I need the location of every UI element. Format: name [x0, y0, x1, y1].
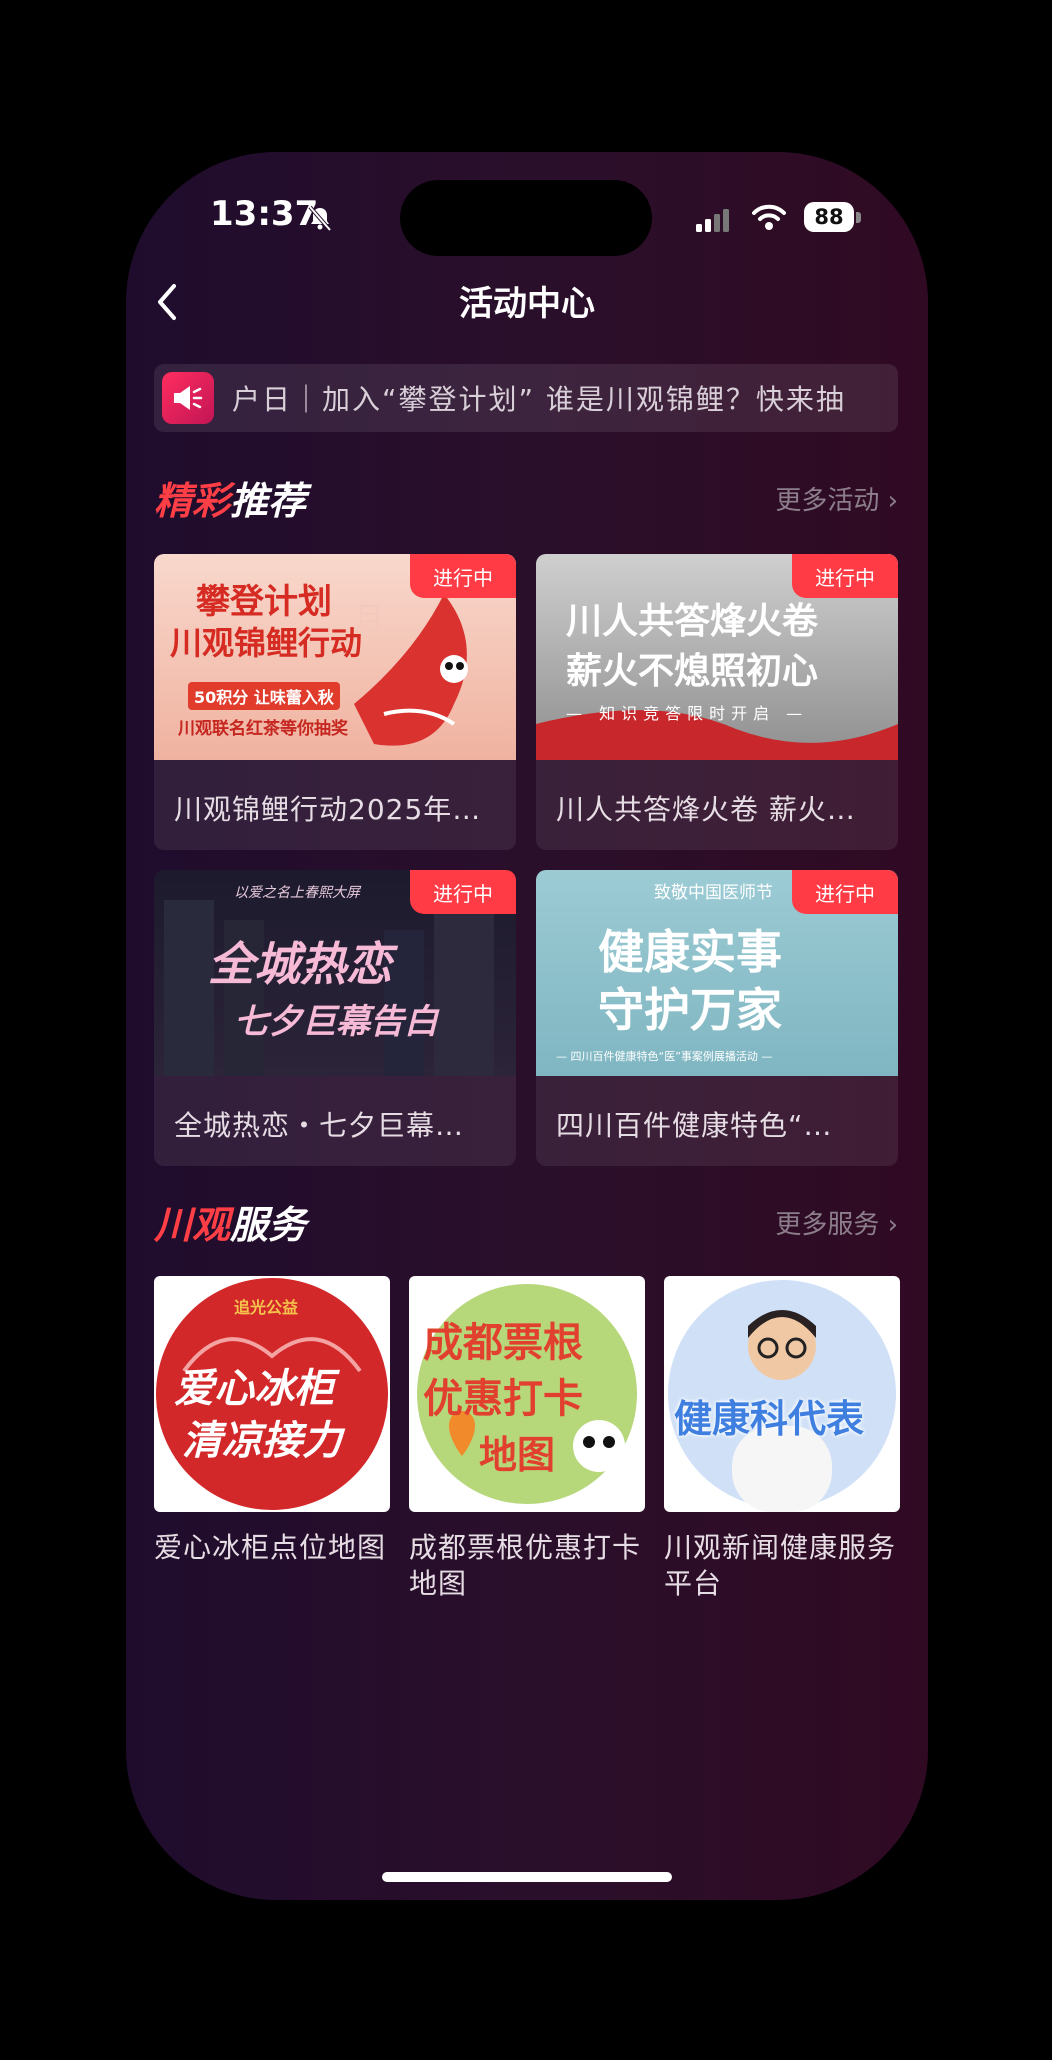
home-indicator	[382, 1872, 672, 1882]
battery-level: 88	[804, 202, 854, 232]
activity-caption: 川观锦鲤行动2025年…	[174, 793, 482, 826]
phone-screen: 13:37 88 活动中心 户日｜加入“攀登计划” 谁是川观锦鲤？快来抽 精彩推…	[126, 152, 928, 1900]
activity-caption: 四川百件健康特色“…	[556, 1109, 833, 1142]
battery-nub	[856, 212, 861, 223]
service-caption: 川观新闻健康服务平台	[664, 1531, 897, 1600]
recommend-title: 精彩推荐	[154, 470, 306, 525]
thumb-line: 守护万家	[598, 983, 782, 1037]
thumb-line: 健康实事	[598, 925, 782, 979]
thumb-line: — 四川百件健康特色“医”事案例展播活动 —	[556, 1050, 773, 1063]
service-caption: 爱心冰柜点位地图	[154, 1531, 387, 1564]
page-title: 活动中心	[459, 284, 595, 324]
thumb-line: 川观联名红茶等你抽奖	[178, 719, 348, 739]
recommend-title-rest: 推荐	[230, 478, 307, 523]
service-thumbnail: 健康科代表	[664, 1276, 900, 1512]
status-time: 13:37	[210, 194, 319, 234]
activity-card[interactable]: 月 攀登计划 川观锦鲤行动 50积分 让味蕾入秋 川观联名红茶等你抽奖 进行中 …	[154, 554, 516, 850]
more-activities-link[interactable]: 更多活动 ›	[775, 480, 898, 517]
service-item[interactable]: 追光公益 爱心冰柜 清凉接力 爱心冰柜点位地图	[154, 1276, 390, 1566]
services-title-accent: 川观	[154, 1202, 231, 1247]
thumb-line: 爱心冰柜	[174, 1366, 334, 1412]
thumb-line: 地图	[479, 1433, 556, 1477]
thumb-line: 成都票根	[423, 1320, 583, 1366]
recommend-title-accent: 精彩	[154, 478, 231, 523]
thumb-line: 薪火不熄照初心	[566, 651, 819, 692]
thumb-line: 健康科代表	[674, 1397, 865, 1441]
service-item[interactable]: 成都票根 优惠打卡 地图 成都票根优惠打卡地图	[409, 1276, 645, 1602]
thumb-line: 致敬中国医师节	[654, 883, 773, 903]
more-services-link[interactable]: 更多服务 ›	[775, 1204, 898, 1241]
thumb-line: 全城热恋	[208, 937, 392, 991]
thumb-line: — 知识竞答限时开启 —	[566, 704, 809, 723]
status-badge: 进行中	[410, 870, 516, 914]
thumb-line: 七夕巨幕告白	[234, 1002, 438, 1042]
signal-icon	[696, 209, 729, 232]
megaphone-icon	[162, 372, 214, 424]
service-thumbnail: 追光公益 爱心冰柜 清凉接力	[154, 1276, 390, 1512]
thumb-line: 清凉接力	[182, 1418, 342, 1464]
notice-bar[interactable]: 户日｜加入“攀登计划” 谁是川观锦鲤？快来抽	[154, 364, 898, 432]
bell-muted-icon	[308, 205, 332, 232]
activity-card[interactable]: 致敬中国医师节 健康实事 守护万家 — 四川百件健康特色“医”事案例展播活动 —…	[536, 870, 898, 1166]
thumb-line: 50积分 让味蕾入秋	[188, 682, 340, 710]
status-badge: 进行中	[792, 870, 898, 914]
status-badge: 进行中	[792, 554, 898, 598]
notice-text: 户日｜加入“攀登计划” 谁是川观锦鲤？快来抽	[232, 383, 846, 416]
dynamic-island	[400, 180, 652, 256]
service-item[interactable]: 健康科代表 川观新闻健康服务平台	[664, 1276, 900, 1602]
thumb-line: 川人共答烽火卷	[566, 601, 819, 642]
thumb-line: 攀登计划	[196, 582, 332, 622]
service-thumbnail: 成都票根 优惠打卡 地图	[409, 1276, 645, 1512]
wifi-icon	[752, 204, 786, 230]
activity-card[interactable]: 以爱之名上春熙大屏 全城热恋 七夕巨幕告白 进行中 全城热恋・七夕巨幕…	[154, 870, 516, 1166]
thumb-line: 优惠打卡	[423, 1376, 583, 1422]
thumb-line: 川观锦鲤行动	[170, 624, 363, 662]
service-caption: 成都票根优惠打卡地图	[409, 1531, 642, 1600]
services-title: 川观服务	[154, 1194, 306, 1249]
activity-card[interactable]: 川人共答烽火卷 薪火不熄照初心 — 知识竞答限时开启 — 进行中 川人共答烽火卷…	[536, 554, 898, 850]
activity-caption: 川人共答烽火卷 薪火…	[556, 793, 856, 826]
status-badge: 进行中	[410, 554, 516, 598]
thumb-line: 追光公益	[234, 1298, 299, 1317]
services-title-rest: 服务	[230, 1202, 307, 1247]
thumb-line: 以爱之名上春熙大屏	[234, 885, 360, 901]
activity-caption: 全城热恋・七夕巨幕…	[174, 1109, 465, 1142]
